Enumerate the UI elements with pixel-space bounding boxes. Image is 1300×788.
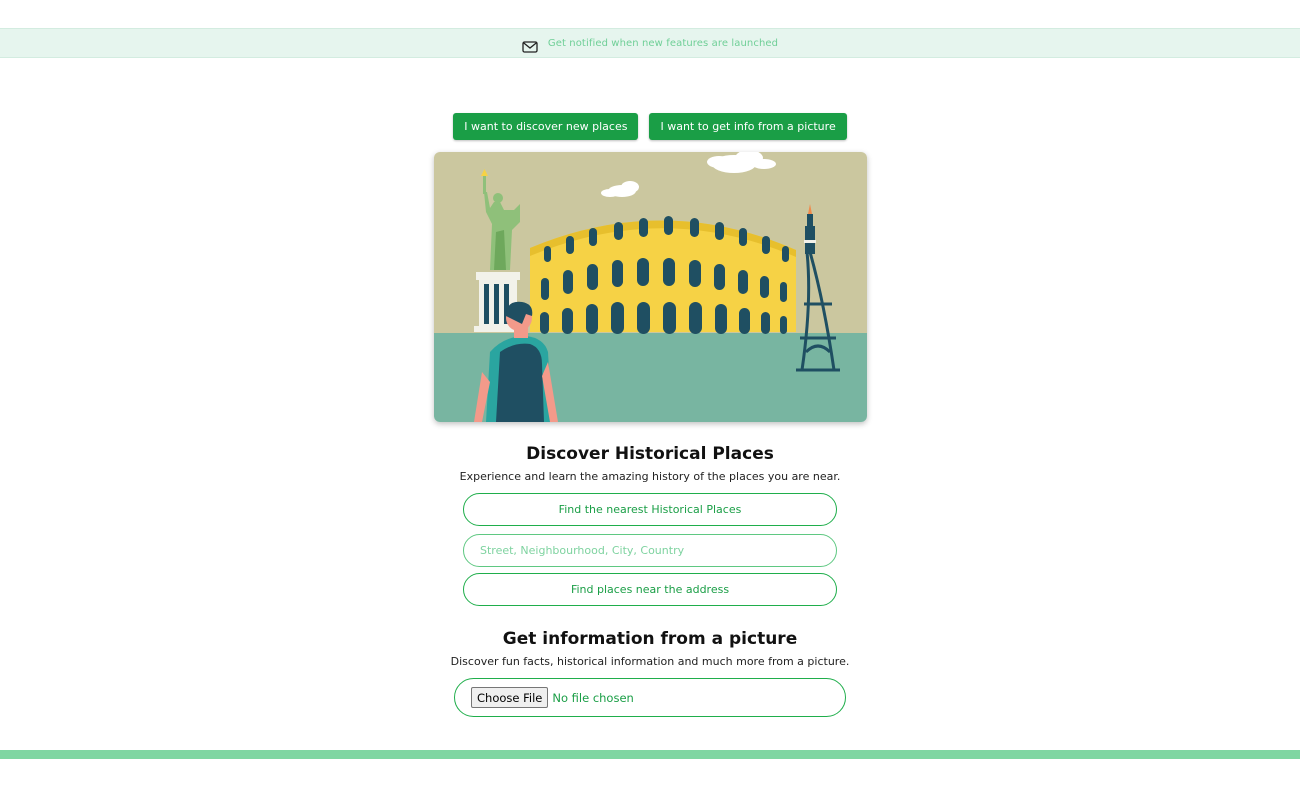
discover-section: Discover Historical Places Experience an… xyxy=(0,444,1300,483)
choose-file-button[interactable]: Choose File xyxy=(471,687,549,708)
notification-bar[interactable]: Get notified when new features are launc… xyxy=(0,28,1300,58)
address-input[interactable] xyxy=(463,534,837,567)
find-near-address-button[interactable]: Find places near the address xyxy=(463,573,837,606)
picture-subtitle: Discover fun facts, historical informati… xyxy=(450,655,850,668)
picture-info-button[interactable]: I want to get info from a picture xyxy=(649,113,847,140)
picture-section: Get information from a picture Discover … xyxy=(0,629,1300,668)
file-upload[interactable]: Choose File No file chosen xyxy=(454,678,846,717)
discover-title: Discover Historical Places xyxy=(526,444,774,464)
file-status: No file chosen xyxy=(552,690,634,705)
landmarks-illustration xyxy=(434,152,867,422)
discover-subtitle: Experience and learn the amazing history… xyxy=(459,470,841,483)
mode-switcher: I want to discover new places I want to … xyxy=(0,113,1300,140)
notification-text[interactable]: Get notified when new features are launc… xyxy=(548,38,778,49)
discover-places-button[interactable]: I want to discover new places xyxy=(453,113,639,140)
footer-bar xyxy=(0,750,1300,759)
picture-title: Get information from a picture xyxy=(502,629,798,649)
mail-icon xyxy=(522,38,538,53)
find-nearest-button[interactable]: Find the nearest Historical Places xyxy=(463,493,837,526)
